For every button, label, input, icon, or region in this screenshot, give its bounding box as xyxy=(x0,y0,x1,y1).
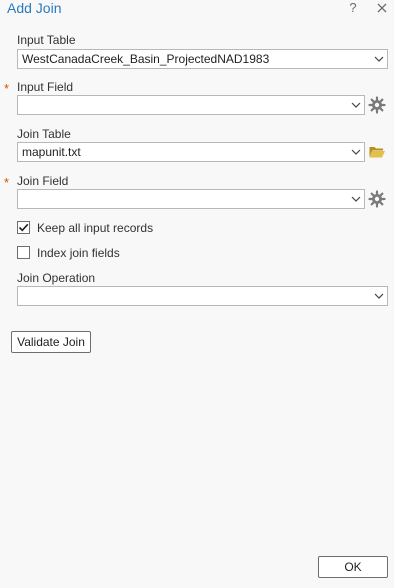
title-bar: Add Join ? xyxy=(0,0,394,18)
join-table-value: mapunit.txt xyxy=(22,145,81,159)
add-join-pane: Add Join ? Input Table WestCanadaCreek_B… xyxy=(0,0,394,588)
join-field-required-marker: * xyxy=(4,175,10,190)
keep-all-input-records-checkbox[interactable]: Keep all input records xyxy=(17,221,217,237)
checkbox-box[interactable] xyxy=(17,246,30,259)
checkbox-box[interactable] xyxy=(17,221,30,234)
help-button[interactable]: ? xyxy=(346,0,360,16)
join-table-combo[interactable]: mapunit.txt xyxy=(17,142,365,162)
input-table-label: Input Table xyxy=(17,33,76,47)
join-operation-combo[interactable] xyxy=(17,286,388,306)
input-field-label: Input Field xyxy=(17,80,74,94)
index-join-fields-label: Index join fields xyxy=(37,246,120,260)
gear-icon[interactable] xyxy=(368,190,386,208)
checkmark-icon xyxy=(18,223,29,232)
keep-all-input-records-label: Keep all input records xyxy=(37,221,154,235)
join-field-label: Join Field xyxy=(17,174,69,188)
gear-icon[interactable] xyxy=(368,96,386,114)
input-table-value: WestCanadaCreek_Basin_ProjectedNAD1983 xyxy=(22,52,270,66)
close-icon xyxy=(377,3,387,13)
input-table-combo[interactable]: WestCanadaCreek_Basin_ProjectedNAD1983 xyxy=(17,49,388,69)
input-field-combo[interactable] xyxy=(17,95,365,115)
pane-title: Add Join xyxy=(7,0,62,16)
chevron-down-icon xyxy=(374,56,384,62)
folder-open-icon[interactable] xyxy=(368,143,386,161)
close-button[interactable] xyxy=(375,0,389,16)
input-field-required-marker: * xyxy=(4,81,10,96)
ok-button[interactable]: OK xyxy=(318,556,388,578)
join-field-combo[interactable] xyxy=(17,189,365,209)
index-join-fields-checkbox[interactable]: Index join fields xyxy=(17,246,217,262)
validate-join-button[interactable]: Validate Join xyxy=(11,331,91,353)
join-operation-label: Join Operation xyxy=(17,271,96,285)
chevron-down-icon xyxy=(351,149,361,155)
chevron-down-icon xyxy=(374,293,384,299)
join-table-label: Join Table xyxy=(17,127,71,141)
chevron-down-icon xyxy=(351,196,361,202)
chevron-down-icon xyxy=(351,102,361,108)
